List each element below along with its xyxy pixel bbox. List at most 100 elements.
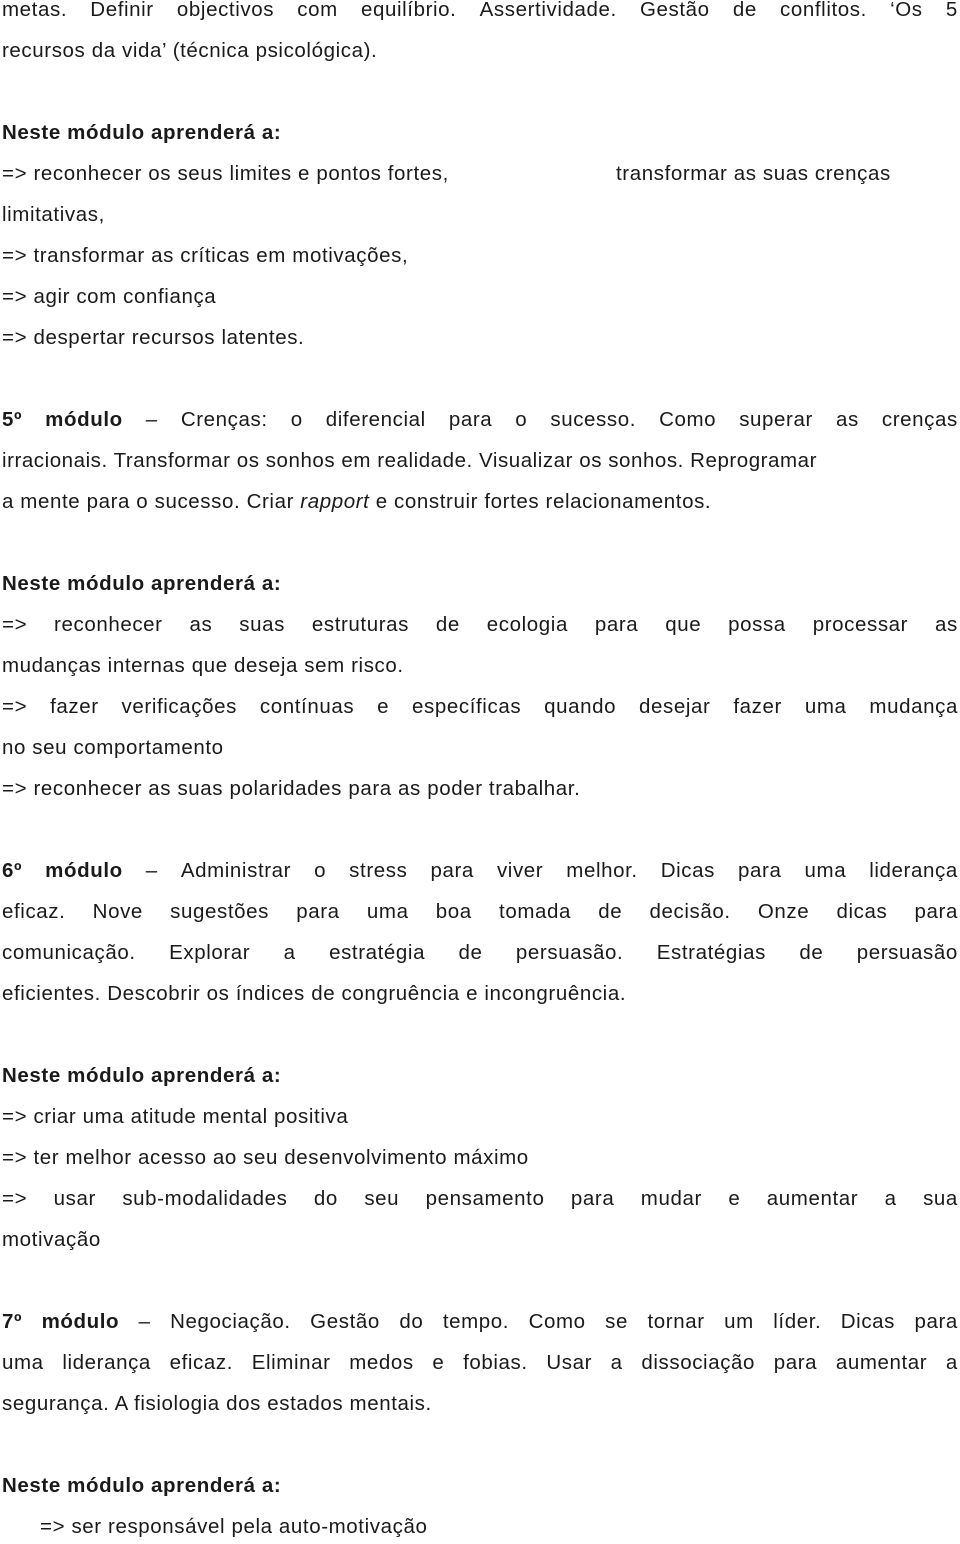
module5-learn-line-1: => reconhecer as suas estruturas de ecologia pa…: [2, 613, 958, 637]
module-number: 7º: [2, 1310, 23, 1333]
word: mudar: [640, 1187, 702, 1210]
word: para: [448, 408, 493, 431]
word: para: [773, 1351, 818, 1374]
word: as: [189, 613, 213, 636]
module4-learn-item-1-end: limitativas,: [2, 203, 105, 226]
word: verificações: [121, 695, 237, 718]
word: líder.: [773, 1310, 822, 1333]
module6-learn-line-4: motivação: [2, 1228, 101, 1251]
word: sub-modalidades: [122, 1187, 288, 1210]
word: objectivos: [176, 0, 275, 21]
word: stress: [349, 859, 408, 882]
word: estratégia: [329, 941, 426, 964]
module6-learn-line-1: => criar uma atitude mental positiva: [2, 1105, 349, 1128]
word: para: [570, 1187, 615, 1210]
module6-line-3: comunicação. Explorar a estratégia de persuas…: [2, 941, 958, 965]
word: para: [738, 859, 782, 882]
word: pensamento: [425, 1187, 545, 1210]
word: fobias.: [463, 1351, 528, 1374]
module-dash: –: [138, 1310, 151, 1333]
word: e: [728, 1187, 741, 1210]
word: estruturas: [311, 613, 409, 636]
word: equilíbrio.: [360, 0, 457, 21]
word: Gestão: [310, 1310, 380, 1333]
word: ‘Os: [890, 0, 923, 21]
word: tornar: [647, 1310, 705, 1333]
module-dash: –: [145, 408, 158, 431]
word: com: [297, 0, 338, 21]
word: para: [430, 859, 474, 882]
word: dissociação: [641, 1351, 756, 1374]
word: seu: [364, 1187, 400, 1210]
word: diferencial: [325, 408, 426, 431]
module7-learn-line-1: => ser responsável pela auto-motivação: [40, 1515, 428, 1538]
word: o: [314, 859, 327, 882]
word: o: [290, 408, 303, 431]
word: Dicas: [840, 1310, 896, 1333]
module7-title-line: 7º módulo – Negociação. Gestão do tempo. Como se…: [2, 1310, 958, 1334]
module5-line-3: a mente para o sucesso. Criar rapport e …: [2, 490, 711, 514]
word: Definir: [90, 0, 154, 21]
word: possa: [728, 613, 786, 636]
word: Onze: [757, 900, 810, 923]
word: do: [313, 1187, 338, 1210]
word: medos: [349, 1351, 414, 1374]
word: a: [945, 1351, 958, 1374]
word: de: [732, 0, 757, 21]
word: e: [377, 695, 390, 718]
module-label: módulo: [41, 1310, 120, 1333]
module4-learn-item-2: => transformar as críticas em motivações…: [2, 244, 409, 267]
word: fazer: [50, 695, 99, 718]
word: Administrar: [180, 859, 292, 882]
word: persuasão: [856, 941, 958, 964]
word: decisão.: [649, 900, 731, 923]
word: de: [598, 900, 623, 923]
module-number: 5º: [2, 408, 23, 431]
word: a: [884, 1187, 897, 1210]
word: =>: [2, 695, 28, 718]
module5-learn-line-2: mudanças internas que deseja sem risco.: [2, 654, 404, 677]
word: tomada: [499, 900, 572, 923]
word: boa: [435, 900, 472, 923]
module4-learn-item-4: => despertar recursos latentes.: [2, 326, 305, 349]
word: Estratégias: [656, 941, 766, 964]
word: Como: [528, 1310, 586, 1333]
word: Usar: [546, 1351, 593, 1374]
word: uma: [366, 900, 409, 923]
word: crenças: [881, 408, 958, 431]
module4-learn-item-1-cont: transformar as suas crenças: [616, 162, 891, 185]
word: Gestão: [639, 0, 710, 21]
word: tempo.: [442, 1310, 510, 1333]
module4-learn-heading: Neste módulo aprenderá a:: [2, 121, 282, 144]
word: a: [283, 941, 296, 964]
module6-line-2: eficaz. Nove sugestões para uma boa tomada de de…: [2, 900, 958, 924]
word: de: [799, 941, 824, 964]
module5-title-line: 5º módulo – Crenças: o diferencial para o sucess…: [2, 408, 958, 432]
word: quando: [544, 695, 617, 718]
word: dicas: [836, 900, 888, 923]
word: reconhecer: [54, 613, 163, 636]
word: mudança: [869, 695, 958, 718]
module6-line-4: eficientes. Descobrir os índices de cong…: [2, 982, 627, 1005]
word: fazer: [733, 695, 782, 718]
module-label: módulo: [45, 859, 123, 882]
word: usar: [53, 1187, 96, 1210]
word: do: [399, 1310, 424, 1333]
module-label: módulo: [45, 408, 123, 431]
word: de: [458, 941, 483, 964]
word: um: [724, 1310, 754, 1333]
module7-learn-heading: Neste módulo aprenderá a:: [2, 1474, 282, 1497]
word: as: [935, 613, 958, 636]
word: aumentar: [766, 1187, 859, 1210]
word: suas: [239, 613, 285, 636]
word: Como: [659, 408, 717, 431]
word: a: [610, 1351, 623, 1374]
word: Nove: [92, 900, 143, 923]
word: metas.: [2, 0, 68, 21]
module4-learn-item-1: => reconhecer os seus limites e pontos f…: [2, 162, 449, 185]
word: Eliminar: [251, 1351, 331, 1374]
module-number: 6º: [2, 859, 23, 882]
word: processar: [812, 613, 909, 636]
word: =>: [2, 613, 28, 636]
word: melhor.: [566, 859, 638, 882]
